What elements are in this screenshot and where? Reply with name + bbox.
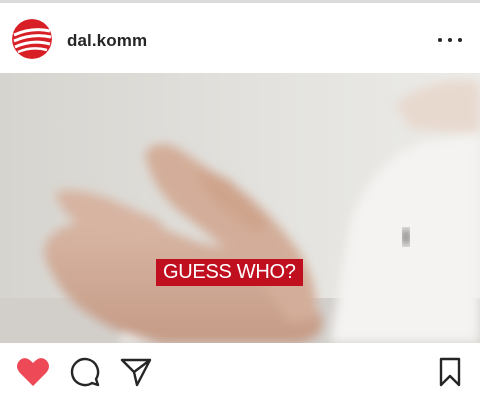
post-photo bbox=[0, 73, 480, 343]
post-media[interactable]: GUESS WHO? bbox=[0, 73, 480, 343]
media-caption-overlay: GUESS WHO? bbox=[156, 259, 303, 286]
paper-plane-icon bbox=[120, 358, 152, 387]
share-button[interactable] bbox=[120, 357, 152, 387]
bookmark-icon bbox=[439, 357, 461, 387]
avatar[interactable] bbox=[12, 19, 52, 59]
more-options-button[interactable] bbox=[438, 33, 462, 47]
more-horizontal-icon bbox=[438, 38, 442, 42]
heart-filled-icon bbox=[17, 358, 49, 386]
comment-button[interactable] bbox=[70, 357, 100, 387]
post-actions-bar bbox=[0, 343, 480, 400]
comment-bubble-icon bbox=[70, 357, 100, 387]
dal-komm-logo-icon bbox=[12, 19, 52, 59]
save-button[interactable] bbox=[438, 357, 462, 387]
post-header: dal.komm bbox=[0, 3, 480, 73]
like-button[interactable] bbox=[16, 357, 50, 387]
post-username[interactable]: dal.komm bbox=[67, 31, 147, 51]
